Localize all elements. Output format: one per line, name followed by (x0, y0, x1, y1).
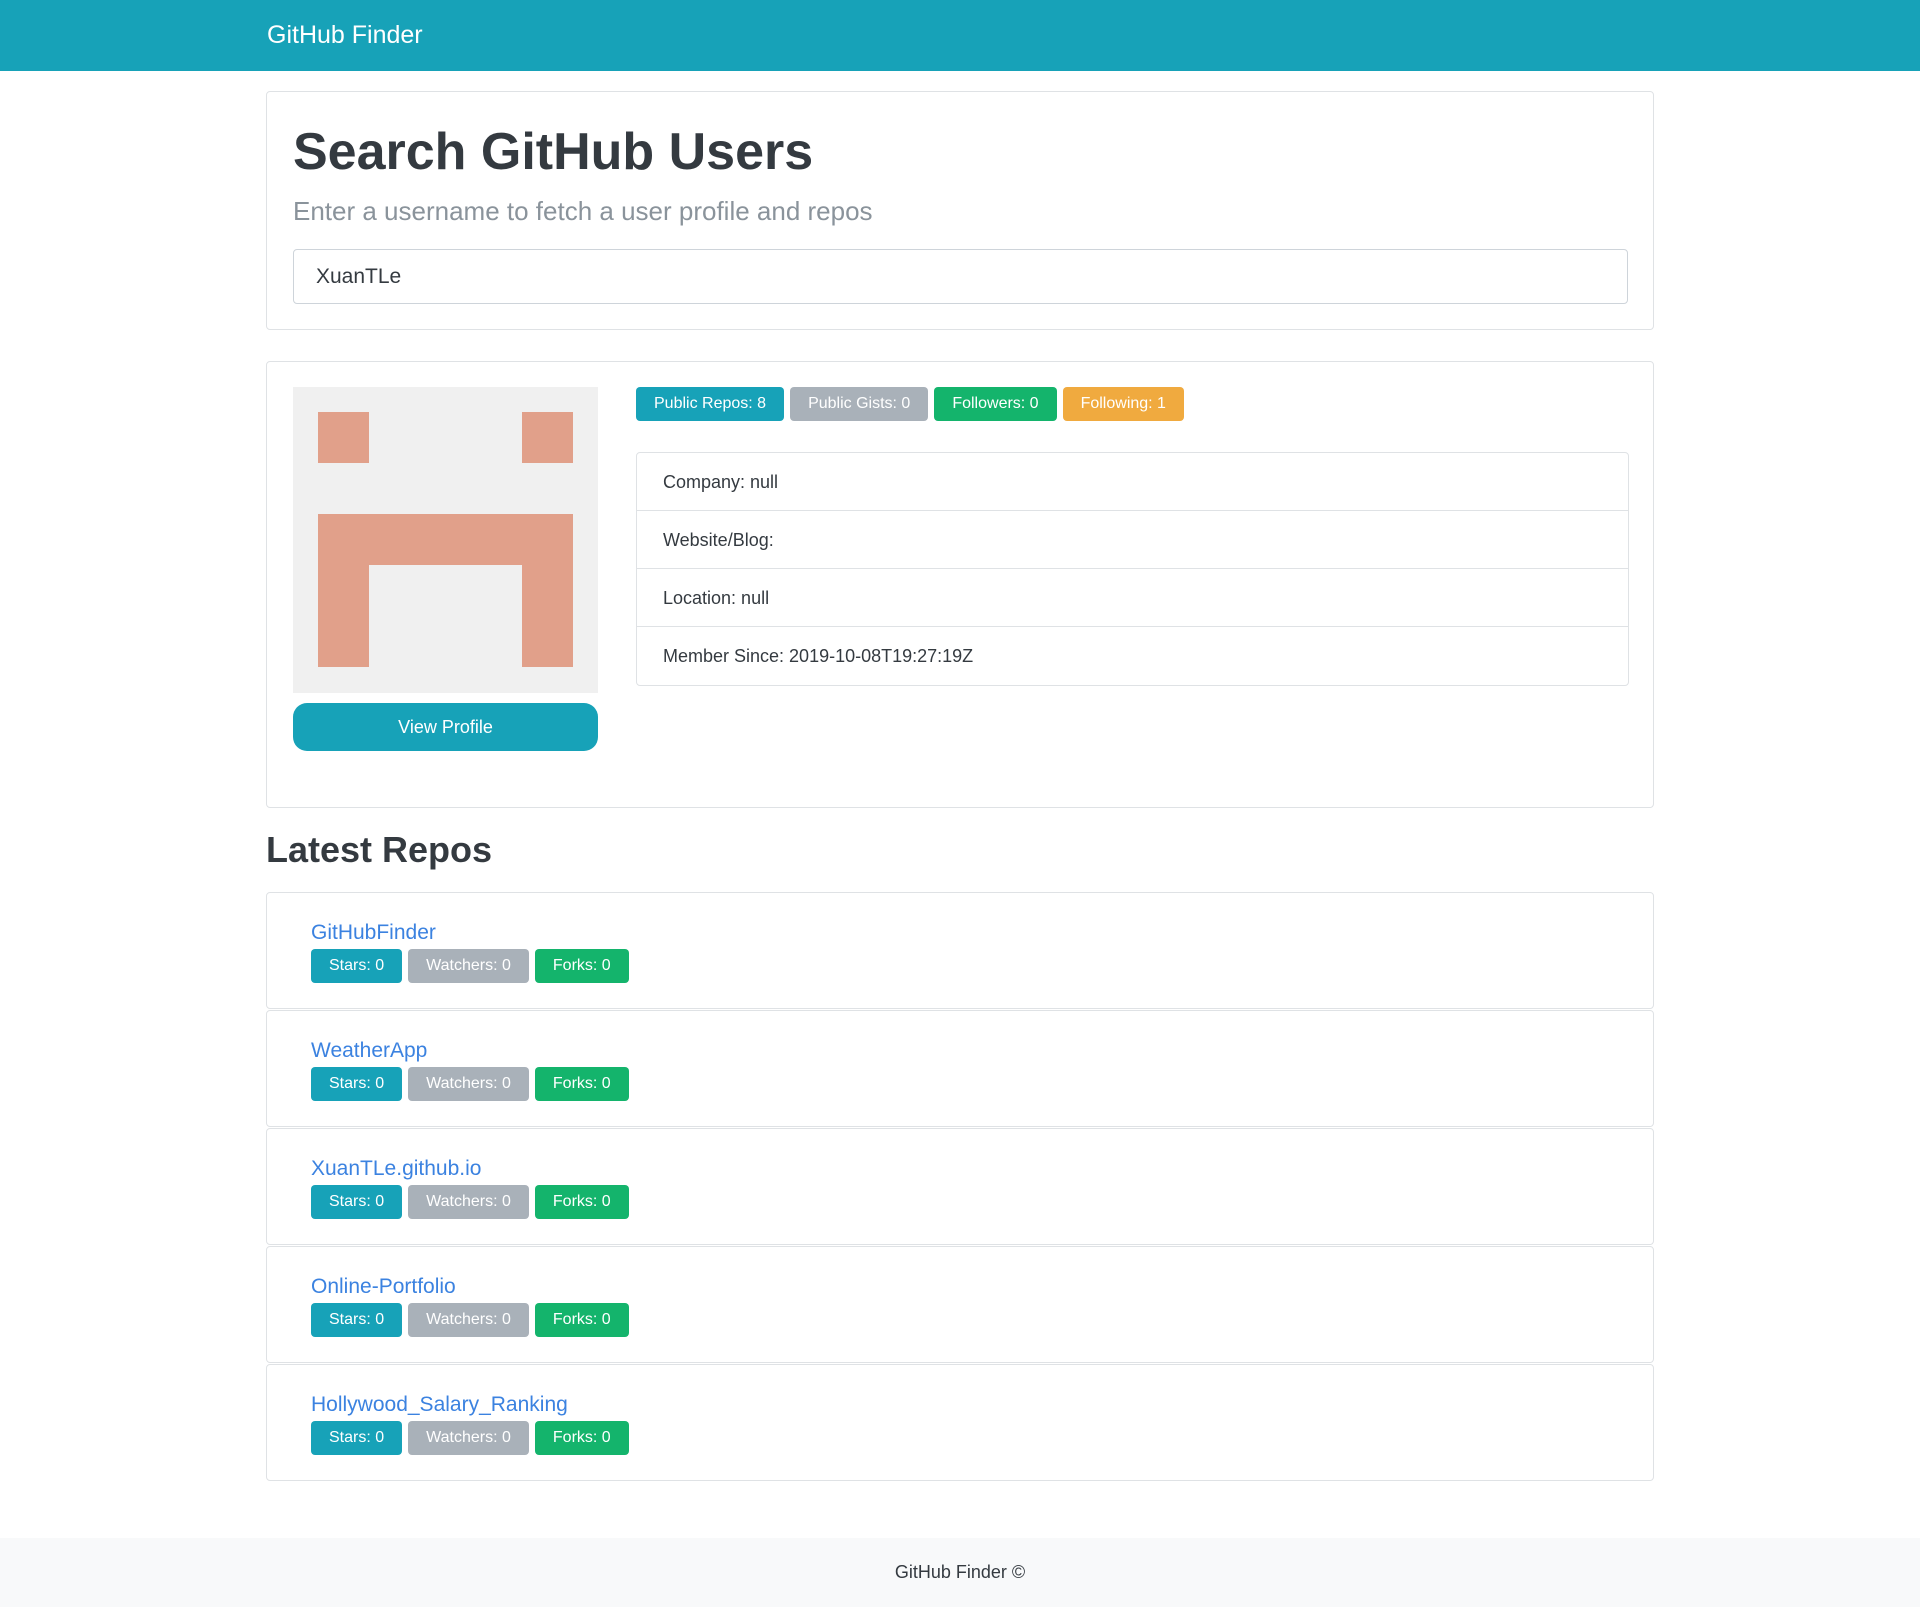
footer-text: GitHub Finder © (894, 1562, 1026, 1582)
watchers-badge: Watchers: 0 (408, 1303, 529, 1337)
followers-badge: Followers: 0 (934, 387, 1057, 421)
page-title: Search GitHub Users (293, 123, 814, 181)
company-info: Company: null (637, 453, 1628, 511)
stars-badge: Stars: 0 (311, 949, 403, 983)
repo-link[interactable]: WeatherApp (311, 1039, 427, 1063)
view-profile-button[interactable]: View Profile (293, 703, 598, 751)
public-gists-badge: Public Gists: 0 (790, 387, 929, 421)
repo-stats: Stars: 0 Watchers: 0 Forks: 0 (311, 1303, 629, 1337)
profile-card: View Profile Public Repos: 8 Public Gist… (266, 361, 1654, 808)
brand-logo-text[interactable]: GitHub Finder (267, 21, 423, 50)
repo-stats: Stars: 0 Watchers: 0 Forks: 0 (311, 1067, 629, 1101)
watchers-badge: Watchers: 0 (408, 1185, 529, 1219)
repo-card: Hollywood_Salary_Ranking Stars: 0 Watche… (266, 1364, 1654, 1481)
watchers-badge: Watchers: 0 (408, 949, 529, 983)
website-info: Website/Blog: (637, 511, 1628, 569)
watchers-badge: Watchers: 0 (408, 1421, 529, 1455)
stars-badge: Stars: 0 (311, 1421, 403, 1455)
search-card: Search GitHub Users Enter a username to … (266, 91, 1654, 330)
repo-stats: Stars: 0 Watchers: 0 Forks: 0 (311, 1421, 629, 1455)
following-badge: Following: 1 (1062, 387, 1184, 421)
repo-link[interactable]: Hollywood_Salary_Ranking (311, 1393, 568, 1417)
search-input[interactable] (293, 249, 1628, 304)
stars-badge: Stars: 0 (311, 1067, 403, 1101)
public-repos-badge: Public Repos: 8 (636, 387, 785, 421)
navbar: GitHub Finder (0, 0, 1920, 71)
repo-card: WeatherApp Stars: 0 Watchers: 0 Forks: 0 (266, 1010, 1654, 1127)
forks-badge: Forks: 0 (534, 1185, 629, 1219)
repo-list: GitHubFinder Stars: 0 Watchers: 0 Forks:… (266, 892, 1654, 1482)
repo-link[interactable]: Online-Portfolio (311, 1275, 456, 1299)
search-subtitle: Enter a username to fetch a user profile… (293, 196, 873, 226)
avatar (293, 387, 598, 693)
member-since-info: Member Since: 2019-10-08T19:27:19Z (663, 646, 974, 666)
stars-badge: Stars: 0 (311, 1185, 403, 1219)
profile-stats: Public Repos: 8 Public Gists: 0 Follower… (636, 387, 1184, 421)
latest-repos-heading: Latest Repos (266, 829, 493, 870)
repo-stats: Stars: 0 Watchers: 0 Forks: 0 (311, 1185, 629, 1219)
forks-badge: Forks: 0 (534, 949, 629, 983)
repo-link[interactable]: GitHubFinder (311, 921, 436, 945)
forks-badge: Forks: 0 (534, 1067, 629, 1101)
stars-badge: Stars: 0 (311, 1303, 403, 1337)
repo-stats: Stars: 0 Watchers: 0 Forks: 0 (311, 949, 629, 983)
forks-badge: Forks: 0 (534, 1421, 629, 1455)
repo-card: XuanTLe.github.io Stars: 0 Watchers: 0 F… (266, 1128, 1654, 1245)
location-info: Location: null (637, 569, 1628, 627)
repo-link[interactable]: XuanTLe.github.io (311, 1157, 481, 1181)
profile-info-list: Company: null Website/Blog: Location: nu… (636, 452, 1629, 686)
repo-card: Online-Portfolio Stars: 0 Watchers: 0 Fo… (266, 1246, 1654, 1363)
forks-badge: Forks: 0 (534, 1303, 629, 1337)
watchers-badge: Watchers: 0 (408, 1067, 529, 1101)
repo-card: GitHubFinder Stars: 0 Watchers: 0 Forks:… (266, 892, 1654, 1009)
footer: GitHub Finder © (0, 1538, 1920, 1607)
